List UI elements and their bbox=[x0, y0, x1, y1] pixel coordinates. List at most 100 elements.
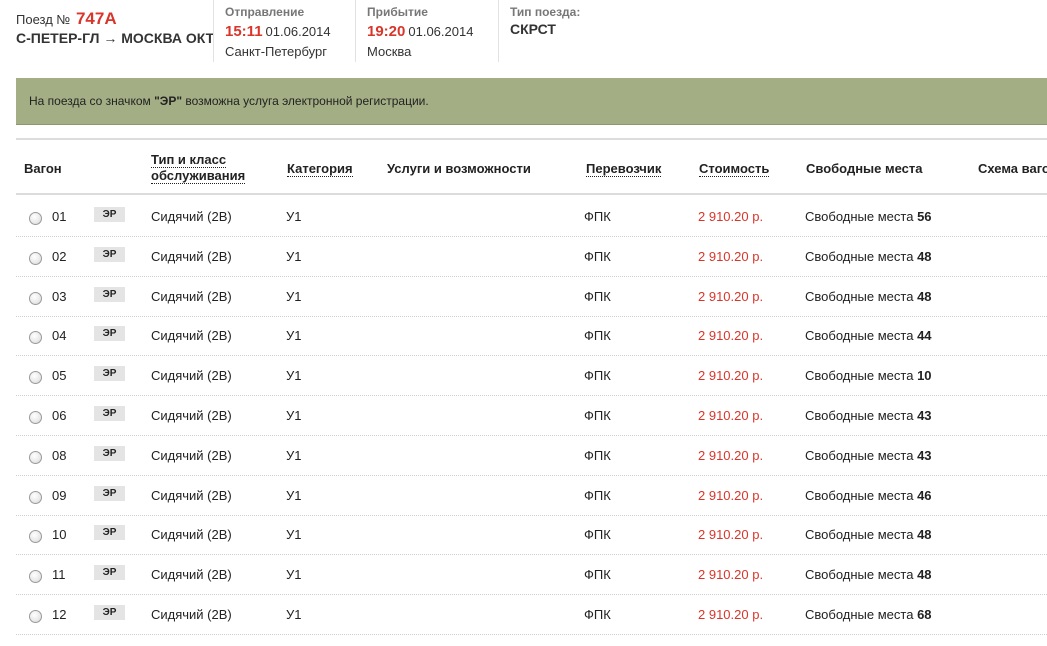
category: У1 bbox=[286, 368, 302, 384]
price: 2 910.20 р. bbox=[698, 487, 764, 503]
category: У1 bbox=[286, 408, 302, 423]
header-price-text[interactable]: Стоимость bbox=[699, 161, 770, 177]
table-row[interactable]: 10 ЭР Сидячий (2В) У1 ФПК 2 910.20 р. Свободны… bbox=[16, 515, 1047, 556]
arrival-block: Прибытие 19:20 01.06.2014 Москва bbox=[355, 0, 498, 62]
carrier: ФПК bbox=[584, 447, 611, 463]
er-badge-icon: ЭР bbox=[94, 605, 125, 620]
free-seats: Свободные места 48 bbox=[805, 527, 932, 542]
header-category-text[interactable]: Категория bbox=[287, 161, 353, 177]
category: У1 bbox=[286, 447, 302, 463]
service-type: Сидячий (2В) bbox=[151, 487, 232, 503]
header-service-type-line2[interactable]: обслуживания bbox=[151, 168, 246, 184]
header-category[interactable]: Категория bbox=[287, 161, 353, 177]
free-seats-count: 43 bbox=[917, 447, 932, 463]
category: У1 bbox=[286, 607, 302, 622]
banner-prefix: На поезда со значком bbox=[29, 94, 155, 108]
free-seats-count: 46 bbox=[917, 487, 932, 503]
service-type: Сидячий (2В) bbox=[151, 368, 232, 384]
table-row[interactable]: 01 ЭР Сидячий (2В) У1 ФПК 2 910.20 р. Свободны… bbox=[16, 197, 1047, 237]
category: У1 bbox=[286, 328, 302, 344]
service-type: Сидячий (2В) bbox=[151, 527, 232, 543]
free-seats-label: Свободные места bbox=[805, 527, 914, 543]
wagon-radio[interactable] bbox=[29, 331, 42, 345]
wagon-radio[interactable] bbox=[29, 610, 42, 623]
table-row[interactable]: 05 ЭР Сидячий (2В) У1 ФПК 2 910.20 р. Свободны… bbox=[16, 356, 1047, 397]
service-type: Сидячий (2В) bbox=[151, 408, 232, 423]
table-row[interactable]: 03 ЭР Сидячий (2В) У1 ФПК 2 910.20 р. Свободны… bbox=[16, 277, 1047, 317]
wagon-number: 05 bbox=[52, 368, 67, 384]
free-seats-count: 48 bbox=[917, 248, 932, 264]
free-seats-count: 48 bbox=[917, 288, 932, 304]
wagon-radio[interactable] bbox=[29, 570, 42, 584]
train-type-title: Тип поезда: bbox=[510, 5, 581, 19]
header-scheme: Схема ваго bbox=[978, 161, 1047, 176]
price: 2 910.20 р. bbox=[698, 447, 764, 463]
train-label-text: Поезд № bbox=[16, 12, 71, 27]
er-badge-icon: ЭР bbox=[94, 406, 125, 421]
price: 2 910.20 р. bbox=[698, 408, 764, 423]
wagon-number: 04 bbox=[52, 328, 67, 344]
wagon-radio[interactable] bbox=[29, 291, 42, 305]
wagon-radio[interactable] bbox=[29, 251, 42, 265]
header-carrier[interactable]: Перевозчик bbox=[586, 161, 662, 177]
price: 2 910.20 р. bbox=[698, 607, 764, 622]
service-type: Сидячий (2В) bbox=[151, 567, 232, 583]
wagon-radio[interactable] bbox=[29, 371, 42, 385]
table-row[interactable]: 08 ЭР Сидячий (2В) У1 ФПК 2 910.20 р. Свободны… bbox=[16, 436, 1047, 476]
header-carrier-text[interactable]: Перевозчик bbox=[586, 161, 662, 177]
wagon-radio[interactable] bbox=[29, 212, 42, 225]
header-service-type-line1[interactable]: Тип и класс bbox=[151, 152, 227, 168]
table-row[interactable]: 09 ЭР Сидячий (2В) У1 ФПК 2 910.20 р. Свободны… bbox=[16, 476, 1047, 516]
train-type-value: СКРСТ bbox=[510, 21, 556, 37]
table-row[interactable]: 12 ЭР Сидячий (2В) У1 ФПК 2 910.20 р. Свободны… bbox=[16, 595, 1047, 635]
wagon-number: 01 bbox=[52, 209, 67, 224]
service-type: Сидячий (2В) bbox=[151, 209, 232, 224]
header-price[interactable]: Стоимость bbox=[699, 161, 770, 177]
table-row[interactable]: 02 ЭР Сидячий (2В) У1 ФПК 2 910.20 р. Свободны… bbox=[16, 237, 1047, 277]
train-number-label: Поезд № 747А bbox=[16, 9, 117, 29]
category: У1 bbox=[286, 288, 302, 304]
service-type: Сидячий (2В) bbox=[151, 447, 232, 463]
table-row[interactable]: 04 ЭР Сидячий (2В) У1 ФПК 2 910.20 р. Свободны… bbox=[16, 316, 1047, 357]
wagon-radio[interactable] bbox=[29, 490, 42, 504]
free-seats: Свободные места 43 bbox=[805, 408, 932, 423]
arrival-title: Прибытие bbox=[367, 5, 428, 19]
wagon-number: 12 bbox=[52, 607, 67, 622]
arrival-time: 19:20 bbox=[367, 23, 406, 40]
wagon-radio[interactable] bbox=[29, 450, 42, 464]
table-header: Вагон Тип и класс обслуживания Категория… bbox=[16, 140, 1047, 195]
departure-title: Отправление bbox=[225, 5, 305, 19]
wagon-number: 02 bbox=[52, 248, 67, 264]
category: У1 bbox=[286, 248, 302, 264]
free-seats: Свободные места 68 bbox=[805, 607, 932, 622]
wagon-number: 08 bbox=[52, 447, 67, 463]
free-seats: Свободные места 48 bbox=[805, 289, 932, 304]
header-services: Услуги и возможности bbox=[387, 161, 531, 176]
category: У1 bbox=[286, 209, 302, 224]
free-seats-count: 43 bbox=[917, 408, 932, 423]
header-service-type[interactable]: Тип и класс обслуживания bbox=[151, 152, 246, 184]
free-seats: Свободные места 46 bbox=[805, 488, 932, 503]
wagon-radio[interactable] bbox=[29, 411, 42, 424]
er-badge-icon: ЭР bbox=[94, 207, 125, 222]
free-seats-count: 48 bbox=[917, 527, 932, 543]
table-row[interactable]: 06 ЭР Сидячий (2В) У1 ФПК 2 910.20 р. Свободны… bbox=[16, 396, 1047, 436]
wagon-radio[interactable] bbox=[29, 530, 42, 544]
carrier: ФПК bbox=[584, 408, 611, 423]
carrier: ФПК bbox=[584, 368, 611, 384]
wagons-table: Вагон Тип и класс обслуживания Категория… bbox=[16, 138, 1047, 646]
free-seats-label: Свободные места bbox=[805, 368, 914, 384]
departure-block: Отправление 15:11 01.06.2014 Санкт-Петерб… bbox=[213, 0, 355, 62]
train-number: 747А bbox=[75, 9, 117, 28]
departure-time: 15:11 bbox=[225, 23, 263, 40]
table-row[interactable]: 11 ЭР Сидячий (2В) У1 ФПК 2 910.20 р. Свободны… bbox=[16, 555, 1047, 596]
free-seats-label: Свободные места bbox=[805, 408, 914, 423]
category: У1 bbox=[286, 527, 302, 543]
carrier: ФПК bbox=[584, 567, 611, 583]
er-badge-icon: ЭР bbox=[94, 565, 125, 581]
free-seats-label: Свободные места bbox=[805, 328, 914, 344]
free-seats-count: 68 bbox=[917, 607, 932, 622]
er-badge-icon: ЭР bbox=[94, 525, 125, 541]
header-free-seats: Свободные места bbox=[806, 161, 923, 176]
carrier: ФПК bbox=[584, 487, 611, 503]
